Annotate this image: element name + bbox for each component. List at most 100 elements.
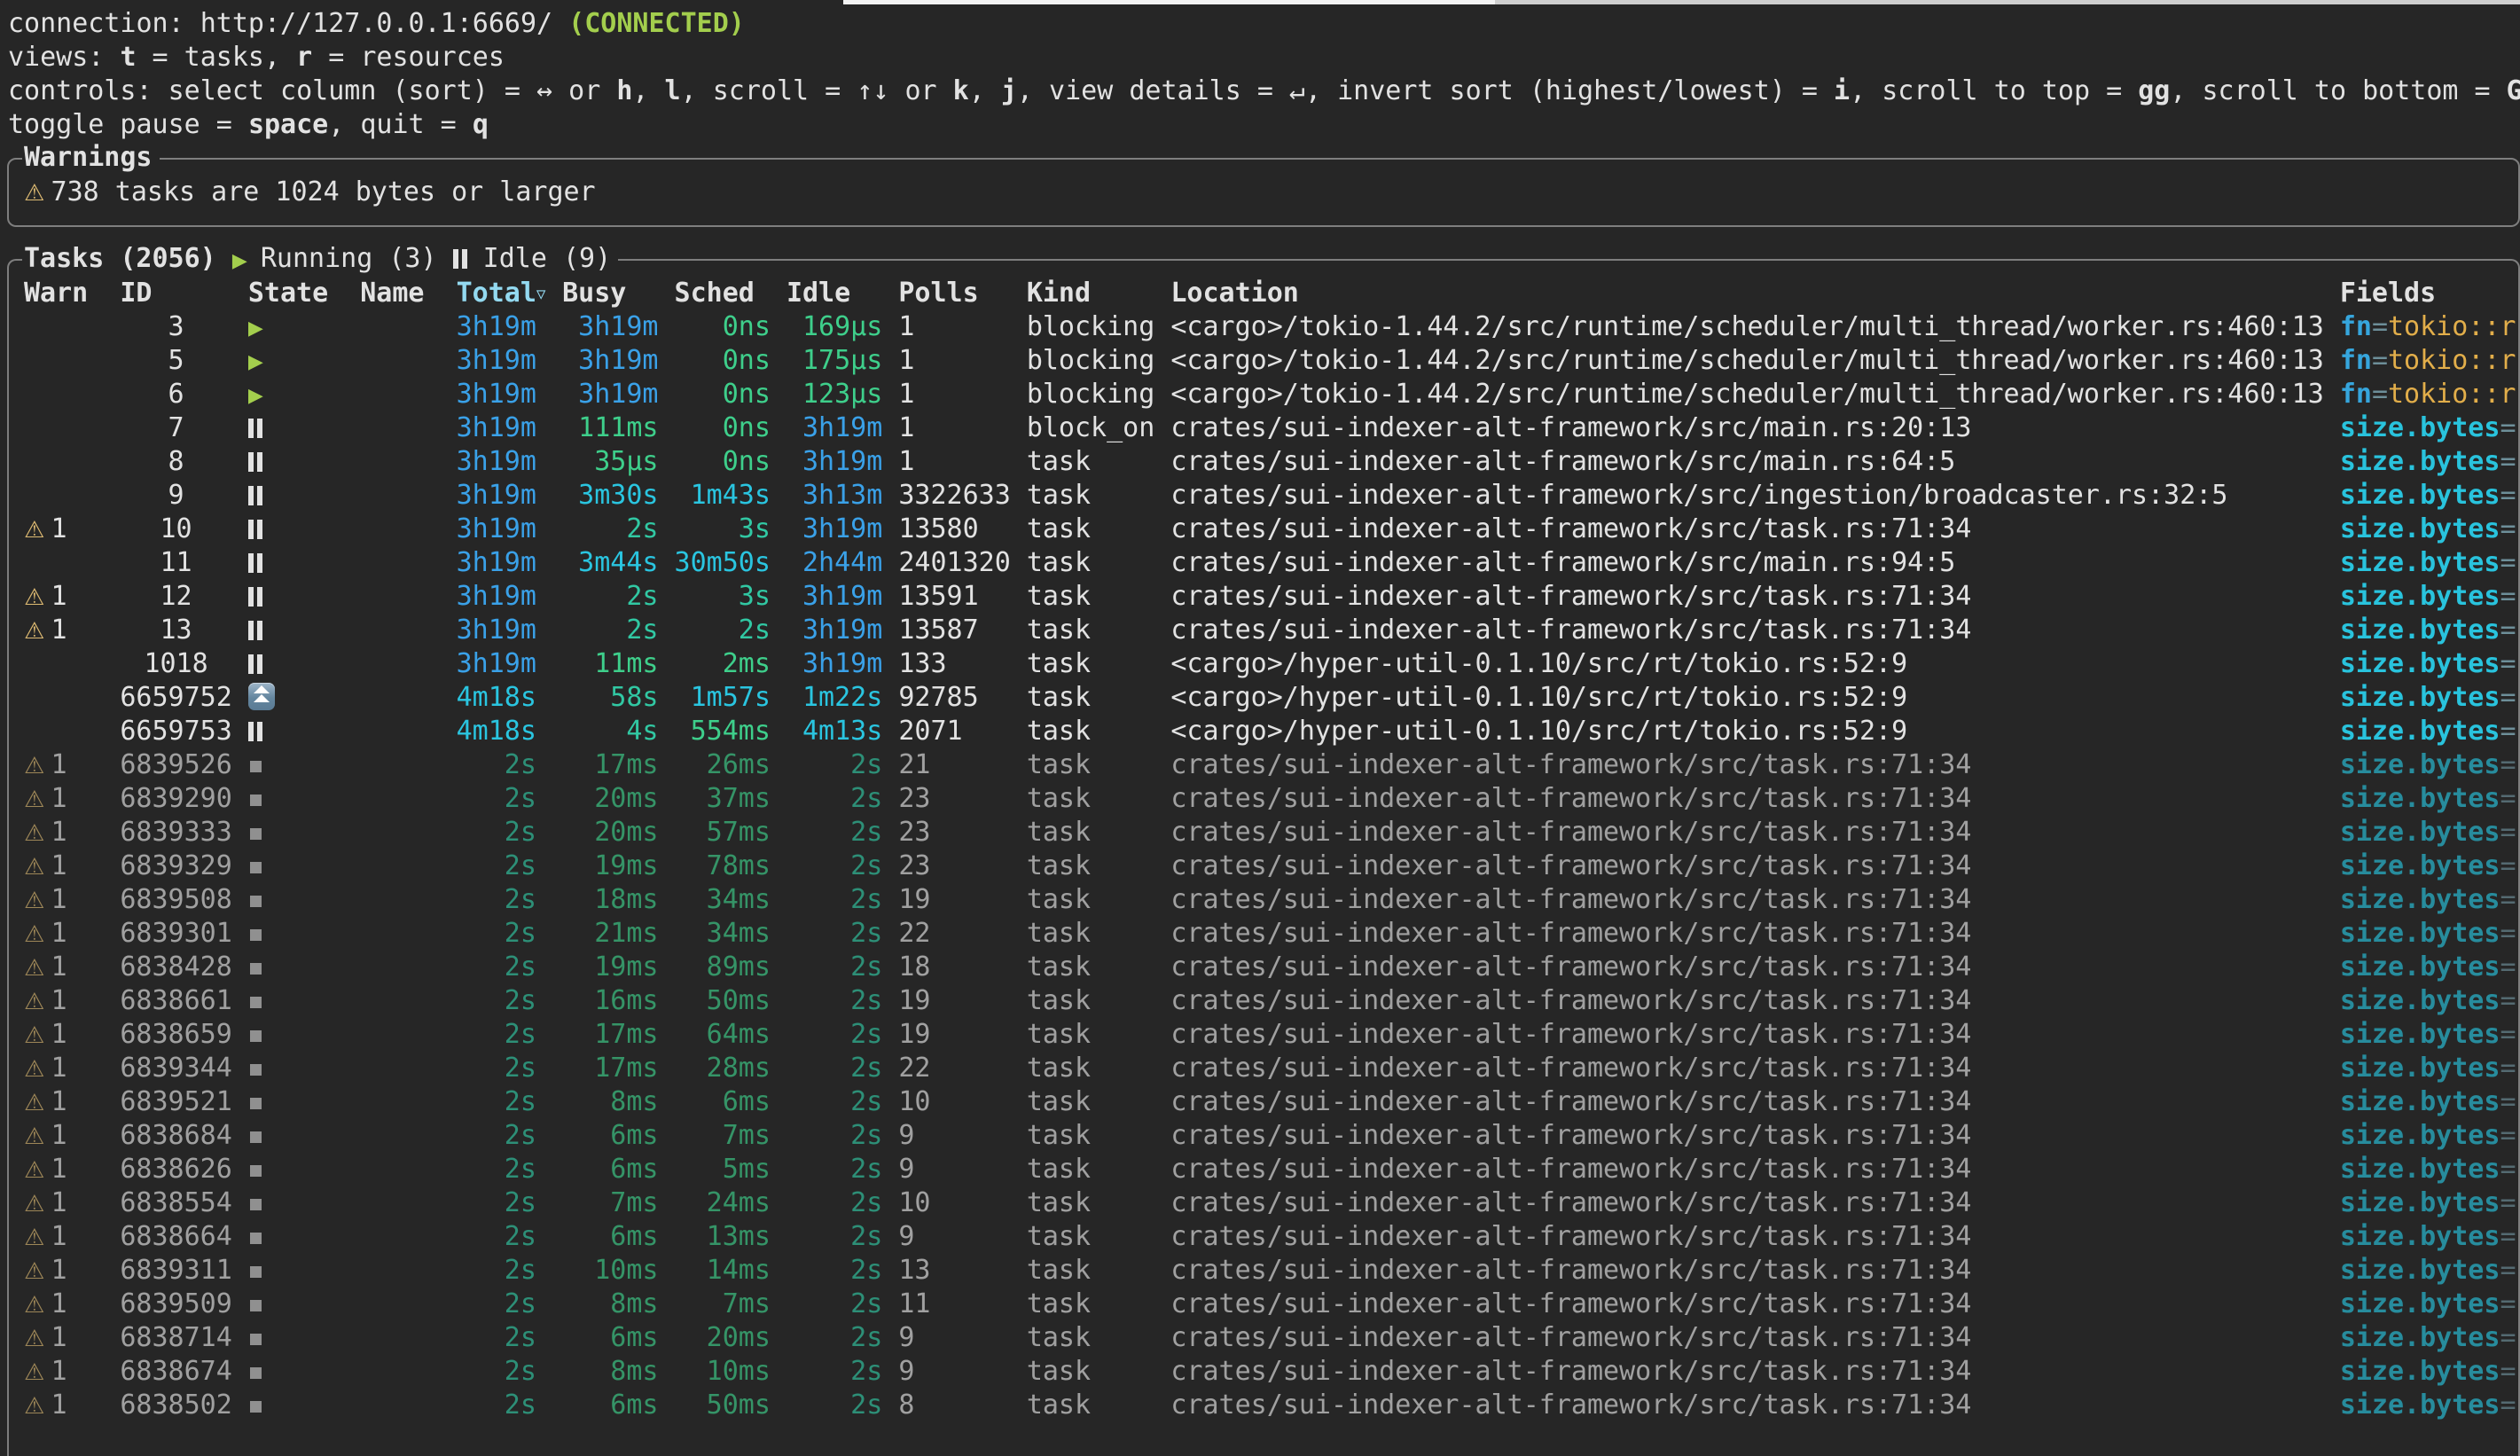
column-header-sched[interactable]: Sched [675, 277, 771, 310]
text-segment: l [665, 75, 681, 106]
column-header-location[interactable]: Location [1170, 277, 2323, 310]
fields-cell: size.bytes= [2340, 1254, 2518, 1288]
column-header-idle[interactable]: Idle [787, 277, 882, 310]
table-row[interactable]: 11 3h19m 3m44s 30m50s 2h44m 2401320 task… [24, 546, 2518, 580]
task-location: crates/sui-indexer-alt-framework/src/tas… [1170, 614, 2323, 647]
field-key: size.bytes [2340, 850, 2500, 881]
table-row[interactable]: ⚠1 6839311 2s 10ms 14ms 2s 13 task crate… [24, 1254, 2518, 1288]
table-row[interactable]: ⚠1 6838502 2s 6ms 50ms 2s 8 task crates/… [24, 1389, 2518, 1422]
column-header-name[interactable]: Name [360, 277, 456, 310]
table-row[interactable]: 6 ▶ 3h19m 3h19m 0ns 123µs 1 blocking <ca… [24, 378, 2518, 411]
warn-count: 1 [51, 1154, 67, 1185]
connection-line: connection: http://127.0.0.1:6669/ (CONN… [8, 7, 2520, 41]
completed-icon [250, 862, 262, 873]
sched-duration: 3s [675, 580, 771, 614]
total-duration: 3h19m [457, 378, 536, 411]
total-duration: 2s [457, 1018, 536, 1052]
task-location: crates/sui-indexer-alt-framework/src/ing… [1170, 479, 2323, 513]
fields-cell: size.bytes= [2340, 1186, 2518, 1220]
warn-cell: ⚠1 [24, 984, 120, 1019]
state-cell [248, 1052, 360, 1085]
table-row[interactable]: ⚠1 6838428 2s 19ms 89ms 2s 18 task crate… [24, 951, 2518, 984]
task-id: 6 [120, 378, 231, 411]
table-row[interactable]: ⚠1 6839509 2s 8ms 7ms 2s 11 task crates/… [24, 1288, 2518, 1321]
column-header-polls[interactable]: Polls [898, 277, 1010, 310]
table-row[interactable]: 3 ▶ 3h19m 3h19m 0ns 169µs 1 blocking <ca… [24, 310, 2518, 344]
sched-duration: 26ms [675, 748, 771, 782]
table-row[interactable]: ⚠1 6839344 2s 17ms 28ms 2s 22 task crate… [24, 1052, 2518, 1085]
table-row[interactable]: ⚠1 13 3h19m 2s 2s 3h19m 13587 task crate… [24, 614, 2518, 647]
table-row[interactable]: ⚠1 6838664 2s 6ms 13ms 2s 9 task crates/… [24, 1220, 2518, 1254]
text-segment: , scroll to bottom = [2170, 75, 2506, 106]
warn-count: 1 [51, 1120, 67, 1151]
state-cell: ▶ [248, 377, 360, 413]
table-row[interactable]: ⚠1 6838626 2s 6ms 5ms 2s 9 task crates/s… [24, 1153, 2518, 1186]
column-header-busy[interactable]: Busy [562, 277, 658, 310]
field-key: size.bytes [2340, 480, 2500, 511]
state-cell [248, 984, 360, 1018]
table-row[interactable]: 6659753 4m18s 4s 554ms 4m13s 2071 task <… [24, 715, 2518, 748]
task-id: 11 [120, 546, 231, 580]
task-id: 6838659 [120, 1018, 231, 1052]
warning-icon: ⚠ [24, 1221, 39, 1255]
polls-count: 18 [898, 951, 1010, 984]
field-key: size.bytes [2340, 446, 2500, 477]
polls-count: 13580 [898, 513, 1010, 546]
table-row[interactable]: ⚠1 6839508 2s 18ms 34ms 2s 19 task crate… [24, 883, 2518, 917]
sched-duration: 13ms [675, 1220, 771, 1254]
state-cell [248, 1321, 360, 1355]
table-row[interactable]: ⚠1 12 3h19m 2s 3s 3h19m 13591 task crate… [24, 580, 2518, 614]
warning-icon: ⚠ [24, 985, 39, 1019]
busy-duration: 21ms [562, 917, 658, 951]
fields-cell: size.bytes= [2340, 1288, 2518, 1321]
table-row[interactable]: ⚠1 6839290 2s 20ms 37ms 2s 23 task crate… [24, 782, 2518, 816]
task-id: 13 [120, 614, 231, 647]
table-row[interactable]: ⚠1 6839329 2s 19ms 78ms 2s 23 task crate… [24, 849, 2518, 883]
window-top-edge [843, 0, 1495, 4]
fields-cell: fn=tokio::r [2340, 310, 2518, 344]
table-row[interactable]: ⚠1 6839301 2s 21ms 34ms 2s 22 task crate… [24, 917, 2518, 951]
warn-cell: ⚠1 [24, 1119, 120, 1154]
fields-cell: size.bytes= [2340, 984, 2518, 1018]
task-id: 6838502 [120, 1389, 231, 1422]
fields-cell: size.bytes= [2340, 647, 2518, 681]
table-row[interactable]: 6659752 4m18s 58s 1m57s 1m22s 92785 task… [24, 681, 2518, 715]
fields-cell: size.bytes= [2340, 411, 2518, 445]
field-key: size.bytes [2340, 1019, 2500, 1050]
task-kind: task [1027, 1288, 1154, 1321]
state-cell [248, 647, 360, 681]
fields-cell: size.bytes= [2340, 1321, 2518, 1355]
table-row[interactable]: ⚠1 6838554 2s 7ms 24ms 2s 10 task crates… [24, 1186, 2518, 1220]
table-row[interactable]: ⚠1 6838684 2s 6ms 7ms 2s 9 task crates/s… [24, 1119, 2518, 1153]
table-row[interactable]: ⚠1 6838674 2s 8ms 10ms 2s 9 task crates/… [24, 1355, 2518, 1389]
table-row[interactable]: ⚠1 10 3h19m 2s 3s 3h19m 13580 task crate… [24, 513, 2518, 546]
field-key: size.bytes [2340, 412, 2500, 443]
table-row[interactable]: 8 3h19m 35µs 0ns 3h19m 1 task crates/sui… [24, 445, 2518, 479]
task-id: 3 [120, 310, 231, 344]
column-header-kind[interactable]: Kind [1027, 277, 1154, 310]
field-equals: = [2500, 547, 2516, 578]
warning-icon: ⚠ [24, 1255, 39, 1288]
column-header-state[interactable]: State [248, 277, 360, 310]
column-header-total-sorted[interactable]: Total [457, 277, 536, 310]
warn-count: 1 [51, 850, 67, 881]
table-row[interactable]: 1018 3h19m 11ms 2ms 3h19m 133 task <carg… [24, 647, 2518, 681]
task-location: crates/sui-indexer-alt-framework/src/tas… [1170, 1186, 2323, 1220]
table-row[interactable]: ⚠1 6839521 2s 8ms 6ms 2s 10 task crates/… [24, 1085, 2518, 1119]
table-row[interactable]: 5 ▶ 3h19m 3h19m 0ns 175µs 1 blocking <ca… [24, 344, 2518, 378]
task-location: <cargo>/tokio-1.44.2/src/runtime/schedul… [1170, 378, 2323, 411]
toggle-help-line: toggle pause = space, quit = q [8, 108, 2520, 142]
table-row[interactable]: ⚠1 6838659 2s 17ms 64ms 2s 19 task crate… [24, 1018, 2518, 1052]
table-row[interactable]: ⚠1 6839333 2s 20ms 57ms 2s 23 task crate… [24, 816, 2518, 849]
field-equals: = [2500, 985, 2516, 1016]
table-row[interactable]: ⚠1 6838714 2s 6ms 20ms 2s 9 task crates/… [24, 1321, 2518, 1355]
table-row[interactable]: ⚠1 6839526 2s 17ms 26ms 2s 21 task crate… [24, 748, 2518, 782]
column-header-fields[interactable]: Fields [2340, 277, 2518, 310]
column-header-warn[interactable]: Warn [24, 277, 120, 310]
table-row[interactable]: 7 3h19m 111ms 0ns 3h19m 1 block_on crate… [24, 411, 2518, 445]
table-row[interactable]: 9 3h19m 3m30s 1m43s 3h13m 3322633 task c… [24, 479, 2518, 513]
task-location: crates/sui-indexer-alt-framework/src/tas… [1170, 951, 2323, 984]
table-row[interactable]: ⚠1 6838661 2s 16ms 50ms 2s 19 task crate… [24, 984, 2518, 1018]
column-header-id[interactable]: ID [120, 277, 231, 310]
idle-duration: 2s [787, 1254, 882, 1288]
